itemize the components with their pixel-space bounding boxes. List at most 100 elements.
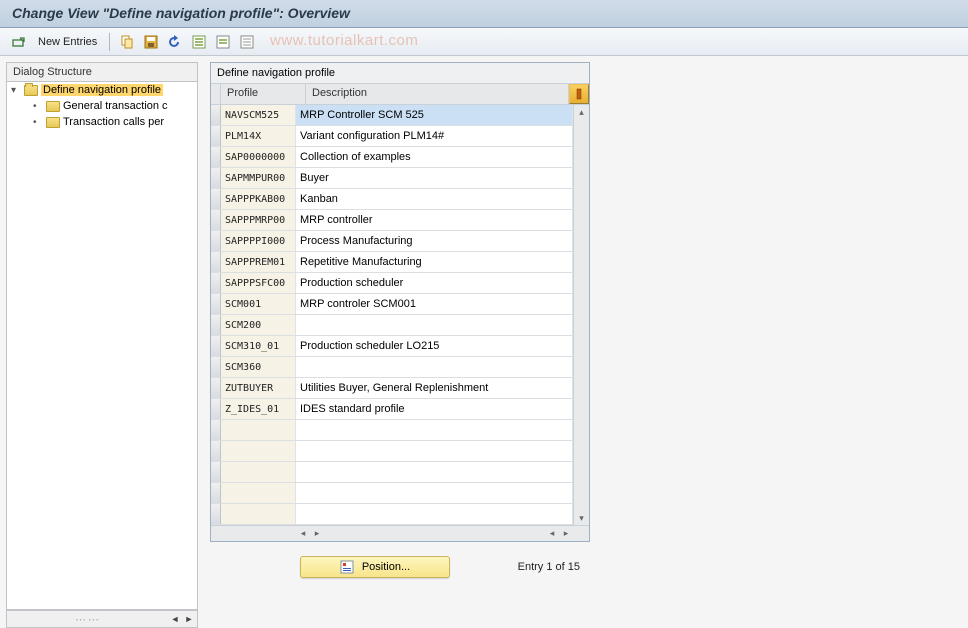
cell-description[interactable]: Variant configuration PLM14#	[296, 126, 573, 146]
col-description[interactable]: Description	[306, 84, 569, 104]
table-row[interactable]: SAPPPREM01Repetitive Manufacturing	[211, 252, 573, 273]
row-handle[interactable]	[211, 147, 221, 167]
row-handle[interactable]	[211, 441, 221, 461]
row-handle[interactable]	[211, 105, 221, 125]
cell-description[interactable]: MRP controler SCM001	[296, 294, 573, 314]
table-row[interactable]: SCM200	[211, 315, 573, 336]
cell-description[interactable]	[296, 315, 573, 335]
scroll-down-icon[interactable]: ▾	[575, 511, 589, 525]
cell-profile[interactable]: SCM200	[221, 315, 296, 335]
cell-profile[interactable]	[221, 441, 296, 461]
cell-profile[interactable]: PLM14X	[221, 126, 296, 146]
vertical-scrollbar[interactable]: ▴ ▾	[573, 105, 589, 525]
row-handle[interactable]	[211, 504, 221, 524]
scroll-right2-icon[interactable]: ▸	[559, 527, 573, 541]
copy-icon[interactable]	[118, 33, 136, 51]
cell-description[interactable]	[296, 462, 573, 482]
table-row[interactable]: ZUTBUYERUtilities Buyer, General Repleni…	[211, 378, 573, 399]
cell-description[interactable]: Buyer	[296, 168, 573, 188]
table-row[interactable]: SAPPPMRP00MRP controller	[211, 210, 573, 231]
cell-description[interactable]	[296, 357, 573, 377]
row-handle[interactable]	[211, 231, 221, 251]
scroll-left-icon[interactable]: ◂	[296, 527, 310, 541]
new-entries-button[interactable]: New Entries	[34, 36, 101, 48]
scroll-right-icon[interactable]: ►	[183, 613, 195, 625]
cell-description[interactable]	[296, 420, 573, 440]
table-row[interactable]: PLM14XVariant configuration PLM14#	[211, 126, 573, 147]
position-button[interactable]: Position...	[300, 556, 450, 578]
row-handle[interactable]	[211, 378, 221, 398]
cell-profile[interactable]: SAPPPSFC00	[221, 273, 296, 293]
cell-description[interactable]: MRP Controller SCM 525	[296, 105, 573, 125]
cell-description[interactable]: Repetitive Manufacturing	[296, 252, 573, 272]
cell-profile[interactable]: Z_IDES_01	[221, 399, 296, 419]
col-profile[interactable]: Profile	[221, 84, 306, 104]
cell-profile[interactable]: SAPPPREM01	[221, 252, 296, 272]
cell-profile[interactable]: NAVSCM525	[221, 105, 296, 125]
deselect-all-icon[interactable]	[238, 33, 256, 51]
cell-description[interactable]: Process Manufacturing	[296, 231, 573, 251]
table-row[interactable]	[211, 462, 573, 483]
tree-label-child2[interactable]: Transaction calls per	[63, 116, 164, 128]
table-row[interactable]: SAPPPSFC00Production scheduler	[211, 273, 573, 294]
cell-profile[interactable]: SAPPPKAB00	[221, 189, 296, 209]
row-handle[interactable]	[211, 336, 221, 356]
cell-description[interactable]: Kanban	[296, 189, 573, 209]
table-row[interactable]: SAPPPPI000Process Manufacturing	[211, 231, 573, 252]
collapse-icon[interactable]: ▾	[11, 85, 21, 96]
cell-profile[interactable]	[221, 483, 296, 503]
save-icon[interactable]	[142, 33, 160, 51]
cell-profile[interactable]: SCM360	[221, 357, 296, 377]
cell-profile[interactable]: SCM310_01	[221, 336, 296, 356]
cell-profile[interactable]: ZUTBUYER	[221, 378, 296, 398]
cell-profile[interactable]	[221, 462, 296, 482]
cell-description[interactable]	[296, 504, 573, 524]
select-block-icon[interactable]	[214, 33, 232, 51]
cell-profile[interactable]: SCM001	[221, 294, 296, 314]
row-handle[interactable]	[211, 126, 221, 146]
row-handle[interactable]	[211, 168, 221, 188]
cell-profile[interactable]	[221, 420, 296, 440]
table-row[interactable]: SCM310_01Production scheduler LO215	[211, 336, 573, 357]
table-row[interactable]	[211, 441, 573, 462]
cell-description[interactable]: Production scheduler LO215	[296, 336, 573, 356]
table-row[interactable]: SCM360	[211, 357, 573, 378]
select-all-icon[interactable]	[190, 33, 208, 51]
tree-node-child2[interactable]: • Transaction calls per	[7, 114, 197, 130]
undo-icon[interactable]	[166, 33, 184, 51]
row-handle[interactable]	[211, 273, 221, 293]
cell-profile[interactable]	[221, 504, 296, 524]
tree-node-root[interactable]: ▾ Define navigation profile	[7, 82, 197, 98]
cell-description[interactable]: Production scheduler	[296, 273, 573, 293]
table-row[interactable]: SAP0000000Collection of examples	[211, 147, 573, 168]
row-handle[interactable]	[211, 462, 221, 482]
row-handle[interactable]	[211, 189, 221, 209]
row-handle[interactable]	[211, 210, 221, 230]
cell-description[interactable]	[296, 483, 573, 503]
horizontal-scrollbar[interactable]: ◂ ▸ ◂ ▸	[211, 525, 589, 541]
row-handle[interactable]	[211, 399, 221, 419]
row-handle[interactable]	[211, 357, 221, 377]
cell-profile[interactable]: SAPMMPUR00	[221, 168, 296, 188]
tree-label-root[interactable]: Define navigation profile	[41, 84, 163, 96]
cell-description[interactable]: MRP controller	[296, 210, 573, 230]
cell-profile[interactable]: SAPPPPI000	[221, 231, 296, 251]
scroll-up-icon[interactable]: ▴	[575, 105, 589, 119]
table-row[interactable]	[211, 483, 573, 504]
row-handle[interactable]	[211, 483, 221, 503]
table-row[interactable]	[211, 420, 573, 441]
row-handle[interactable]	[211, 294, 221, 314]
table-row[interactable]: SAPPPKAB00Kanban	[211, 189, 573, 210]
table-row[interactable]: SAPMMPUR00Buyer	[211, 168, 573, 189]
scroll-left-icon[interactable]: ◄	[169, 613, 181, 625]
table-row[interactable]	[211, 504, 573, 525]
cell-description[interactable]	[296, 441, 573, 461]
cell-profile[interactable]: SAP0000000	[221, 147, 296, 167]
select-columns-button[interactable]	[569, 84, 589, 104]
tree-node-child1[interactable]: • General transaction c	[7, 98, 197, 114]
row-handle[interactable]	[211, 315, 221, 335]
table-row[interactable]: NAVSCM525MRP Controller SCM 525	[211, 105, 573, 126]
other-view-icon[interactable]	[10, 33, 28, 51]
cell-description[interactable]: Utilities Buyer, General Replenishment	[296, 378, 573, 398]
scroll-right-icon[interactable]: ▸	[310, 527, 324, 541]
